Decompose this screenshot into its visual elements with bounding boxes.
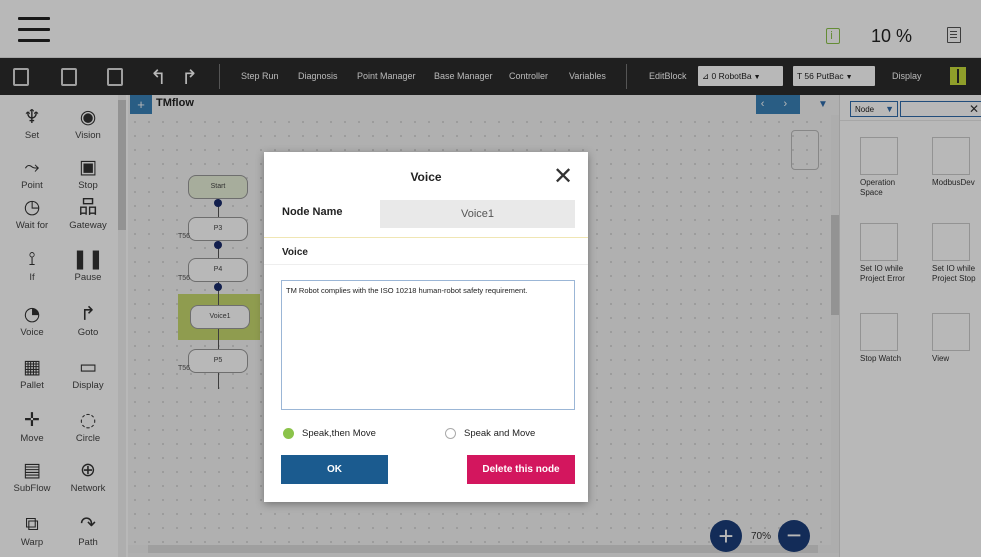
radio-selected-icon [283,428,294,439]
radio-label: Speak and Move [464,428,536,440]
radio-label: Speak,then Move [302,428,376,440]
radio-speak-and-move[interactable]: Speak and Move [445,428,535,439]
radio-speak-then-move[interactable]: Speak,then Move [283,428,376,439]
voice-section-label: Voice [282,247,308,258]
divider [264,264,588,265]
divider [264,237,588,238]
node-name-field[interactable]: Voice1 [380,200,575,228]
voice-dialog: Voice ✕ Node Name Voice1 Voice TM Robot … [264,152,588,502]
radio-unselected-icon [445,428,456,439]
ok-button[interactable]: OK [281,455,388,484]
close-icon[interactable]: ✕ [553,162,573,190]
dialog-title: Voice [410,170,442,184]
node-name-label: Node Name [282,206,343,218]
delete-node-button[interactable]: Delete this node [467,455,575,484]
voice-text-area[interactable]: TM Robot complies with the ISO 10218 hum… [281,280,575,410]
